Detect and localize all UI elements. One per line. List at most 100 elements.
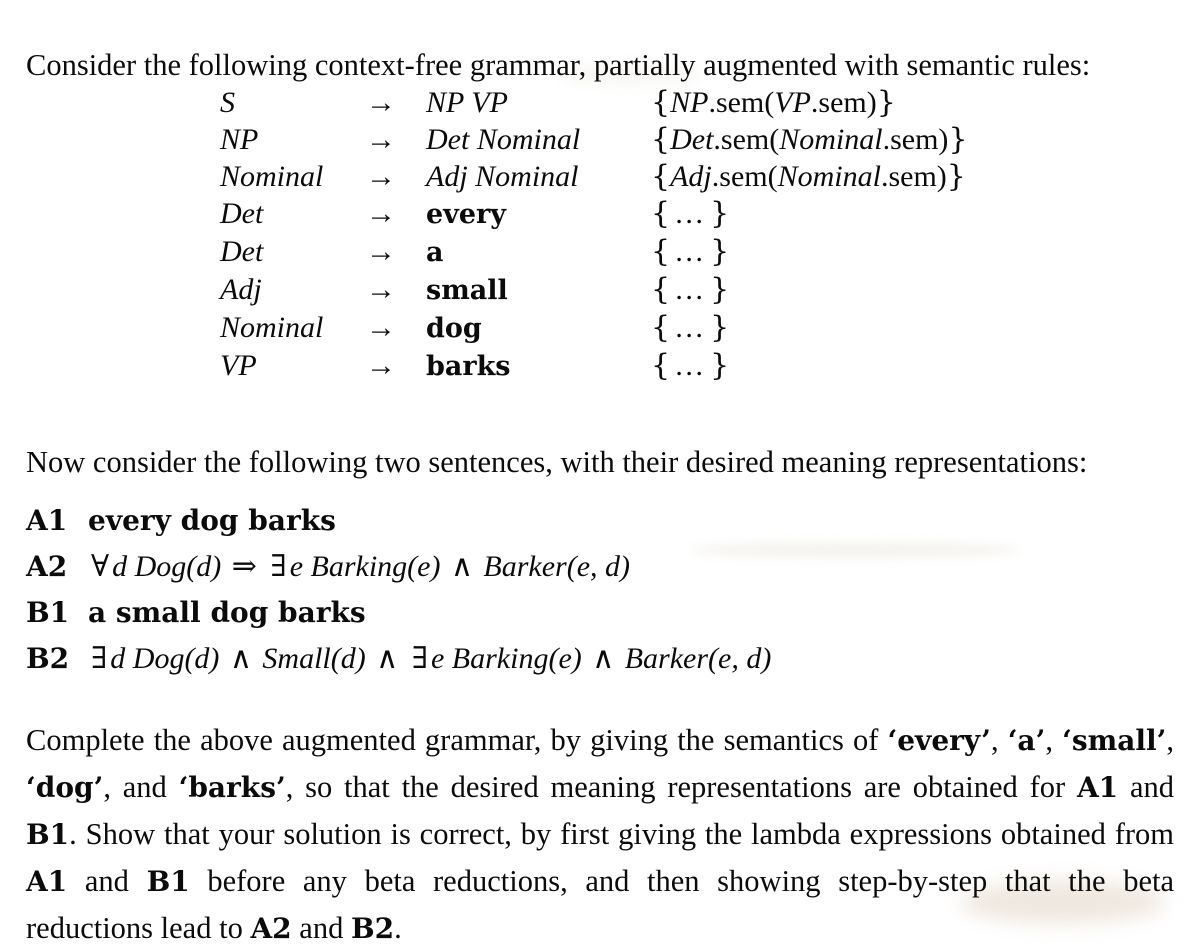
instruction-text: . Show that your solution is correct, by… — [69, 816, 1174, 851]
intro-paragraph: Consider the following context-free gram… — [26, 47, 1091, 82]
rule-lhs: Nominal — [220, 311, 324, 344]
logic-operator-symbol: ∧ — [229, 641, 252, 676]
instruction-text: . — [394, 910, 402, 945]
sentence-tag: A1 — [26, 504, 68, 537]
logic-operator-symbol: ∧ — [450, 549, 473, 584]
semantics-close-brace: } — [876, 85, 896, 120]
rule-rhs-nonterminal: Det Nominal — [426, 123, 581, 156]
semantics-ellipsis: … — [674, 273, 707, 306]
semantics-close-brace: } — [946, 159, 966, 194]
semantics-ellipsis: … — [674, 311, 707, 344]
reference-b1: B1 — [26, 817, 70, 851]
grammar-rule-row: VP → barks {…} — [220, 347, 968, 385]
semantics-open-brace: { — [651, 272, 671, 307]
sentence-formula: ∀ d Dog(d) ⇒ ∃ e Barking(e) ∧ Barker(e, d) — [88, 544, 630, 590]
grammar-rule-row: S → NP VP {NP.sem(VP.sem)} — [220, 84, 968, 121]
instruction-text: before any beta reductions, and then sho… — [26, 863, 1175, 945]
semantics-open-brace: { — [651, 348, 671, 383]
rule-semantics: {…} — [651, 233, 968, 271]
term-a: ‘a’ — [1007, 723, 1046, 757]
reference-b1: B1 — [146, 864, 190, 898]
grammar-rule-row: NP → Det Nominal {Det.sem(Nominal.sem)} — [220, 121, 968, 158]
logic-operator-symbol: ∃ — [270, 549, 287, 584]
semantics-call-open: .sem( — [713, 123, 780, 156]
term-every: ‘every’ — [887, 723, 991, 757]
semantics-argument: Nominal — [779, 123, 883, 156]
document-page: Consider the following context-free gram… — [0, 0, 1200, 945]
formula-text: Small(d) — [254, 642, 374, 675]
sentence-row: A2 ∀ d Dog(d) ⇒ ∃ e Barking(e) ∧ Barker(e, … — [26, 544, 771, 590]
reference-a1: A1 — [26, 864, 68, 898]
rule-semantics: {…} — [651, 309, 968, 347]
semantics-head: Adj — [670, 160, 712, 193]
sentence-tag: B1 — [26, 596, 70, 629]
sentence-text: every dog barks — [88, 504, 336, 537]
rule-semantics: {…} — [651, 347, 968, 385]
sentences-intro-paragraph: Now consider the following two sentences… — [26, 444, 1088, 479]
instruction-text: , and — [103, 769, 179, 804]
instruction-text: Complete the above augmented grammar, by… — [26, 722, 888, 757]
semantics-open-brace: { — [651, 196, 671, 231]
formula-text: e Barking(e) — [430, 642, 590, 675]
rule-lhs: Adj — [220, 273, 262, 306]
semantics-ellipsis: … — [674, 197, 707, 230]
formula-text: d Dog(d) — [110, 642, 227, 675]
semantics-ellipsis: … — [674, 349, 707, 382]
rule-arrow-icon: → — [366, 160, 396, 193]
rule-rhs-nonterminal: NP VP — [426, 86, 508, 119]
semantics-call-open: .sem( — [711, 160, 778, 193]
rule-arrow-icon: → — [366, 123, 396, 156]
reference-a1: A1 — [1076, 770, 1119, 804]
rule-lhs: NP — [220, 123, 259, 156]
semantics-close-brace: } — [710, 196, 730, 231]
rule-arrow-icon: → — [366, 349, 396, 382]
semantics-close-brace: } — [948, 122, 968, 157]
sentence-tag: A2 — [26, 550, 68, 583]
rule-arrow-icon: → — [366, 311, 396, 344]
rule-rhs-terminal: dog — [426, 313, 482, 344]
semantics-close-brace: } — [710, 272, 730, 307]
rule-rhs-terminal: every — [426, 199, 506, 230]
semantics-close-brace: } — [710, 310, 730, 345]
term-dog: ‘dog’ — [26, 770, 104, 804]
grammar-rules-body: S → NP VP {NP.sem(VP.sem)} NP → Det Nominal {De… — [220, 84, 968, 385]
grammar-rule-row: Nominal → Adj Nominal {Adj.sem(Nominal.sem)… — [220, 158, 968, 195]
rule-semantics: {…} — [651, 195, 968, 233]
term-barks: ‘barks’ — [178, 770, 286, 804]
formula-text: d Dog(d) — [112, 550, 229, 583]
logic-operator-symbol: ∧ — [376, 641, 399, 676]
reference-b2: B2 — [350, 911, 395, 945]
semantics-call-close: .sem) — [810, 86, 877, 119]
semantics-argument: Nominal — [777, 160, 881, 193]
grammar-rule-row: Det → a {…} — [220, 233, 968, 271]
rule-rhs-terminal: barks — [426, 351, 511, 382]
semantics-head: Det — [670, 123, 714, 156]
logic-operator-symbol: ∀ — [91, 549, 110, 584]
sentence-text: a small dog barks — [88, 596, 366, 629]
instruction-text: and — [291, 910, 351, 945]
rule-arrow-icon: → — [366, 86, 396, 119]
sentence-formula: ∃ d Dog(d) ∧ Small(d) ∧ ∃ e Barking(e) ∧ B… — [88, 636, 771, 682]
semantics-open-brace: { — [651, 122, 671, 157]
instruction-text: and — [67, 863, 147, 898]
instruction-text: , — [1166, 722, 1175, 757]
semantics-head: NP — [670, 86, 709, 119]
formula-text: Barker(e, d) — [475, 550, 631, 583]
logic-operator-symbol: ∃ — [91, 641, 108, 676]
semantics-open-brace: { — [651, 159, 671, 194]
semantics-argument: VP — [774, 86, 811, 119]
sentence-row: A1 every dog barks — [26, 498, 771, 544]
semantics-call-close: .sem) — [880, 160, 947, 193]
sentence-row: B2 ∃ d Dog(d) ∧ Small(d) ∧ ∃ e Barking(e) ∧… — [26, 636, 771, 682]
semantics-ellipsis: … — [674, 235, 707, 268]
rule-lhs: S — [220, 86, 235, 119]
semantics-close-brace: } — [710, 348, 730, 383]
rule-arrow-icon: → — [366, 197, 396, 230]
formula-text — [401, 642, 409, 675]
semantics-close-brace: } — [710, 234, 730, 269]
instruction-text: , — [990, 722, 1008, 757]
rule-lhs: Det — [220, 235, 264, 268]
rule-semantics: {Adj.sem(Nominal.sem)} — [651, 158, 968, 195]
logic-operator-symbol: ∧ — [592, 641, 615, 676]
sentence-list: A1 every dog barks A2 ∀ d Dog(d) ⇒ ∃ e Barkin… — [26, 498, 771, 682]
